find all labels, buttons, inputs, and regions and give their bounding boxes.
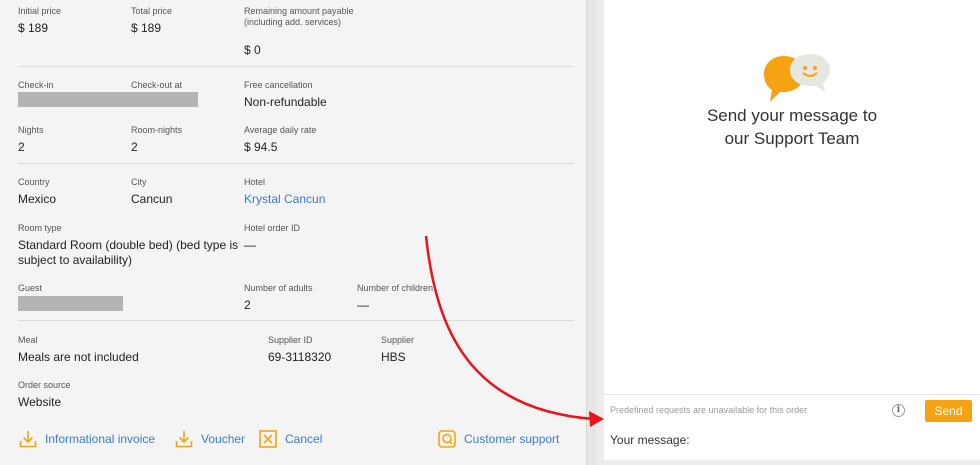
predefined-requests-note: Predefined requests are unavailable for … [610,405,808,415]
total-price-label: Total price [131,6,173,16]
remaining-amount-value: $ 0 [244,43,261,57]
divider [18,163,574,164]
cancel-box-icon [258,429,278,449]
support-chat-panel: Send your message to our Support Team Pr… [596,0,980,465]
room-type-label: Room type [18,223,62,233]
send-button[interactable]: Send [925,400,972,422]
hotel-order-id-label: Hotel order ID [244,223,301,233]
cancel-button[interactable]: Cancel [258,428,322,450]
meal-label: Meal [18,335,38,345]
chat-title: Send your message to our Support Team [604,104,980,150]
guest-label: Guest [18,283,43,293]
room-nights-label: Room-nights [131,125,183,135]
supplier-id-value: 69-3118320 [268,350,332,364]
cancel-label: Cancel [285,432,323,446]
chat-title-line-2: our Support Team [724,129,860,148]
supplier-label: Supplier [381,335,415,345]
children-label: Number of children [357,283,434,293]
meal-value: Meals are not included [18,350,139,364]
chat-title-line-1: Send your message to [706,106,878,125]
divider [18,66,574,67]
total-price-value: $ 189 [131,21,162,35]
city-value: Cancun [131,192,173,206]
chat-body: Send your message to our Support Team [604,0,980,394]
voucher-label: Voucher [201,432,246,446]
room-nights-value: 2 [131,140,138,154]
initial-price-label: Initial price [18,6,62,16]
guest-name-redacted [18,296,123,311]
supplier-value: HBS [381,350,406,364]
support-chat-icon [437,429,457,449]
booking-details-panel: Initial price $ 189 Total price $ 189 Re… [0,0,586,465]
download-icon [174,429,194,449]
customer-support-label: Customer support [464,432,560,446]
informational-invoice-button[interactable]: Informational invoice [18,428,155,450]
info-icon[interactable]: i [892,404,905,417]
country-value: Mexico [18,192,57,206]
hotel-label: Hotel [244,177,266,187]
message-input[interactable]: Your message: [610,433,690,447]
average-daily-rate-value: $ 94.5 [244,140,278,154]
nights-label: Nights [18,125,44,135]
country-label: Country [18,177,50,187]
panel-divider [586,0,596,465]
customer-support-button[interactable]: Customer support [437,428,559,450]
room-type-value: Standard Room (double bed) (bed type is … [18,238,239,267]
order-source-value: Website [18,395,62,409]
order-source-label: Order source [18,380,71,390]
children-value: — [357,298,369,312]
checkout-label: Check-out at [131,80,183,90]
voucher-button[interactable]: Voucher [174,428,245,450]
chat-bubbles-icon [762,50,834,111]
divider [18,320,574,321]
hotel-order-id-value: — [244,238,256,252]
initial-price-value: $ 189 [18,21,49,35]
chat-footer: Predefined requests are unavailable for … [604,394,980,460]
supplier-id-label: Supplier ID [268,335,313,345]
free-cancellation-value: Non-refundable [244,95,327,109]
city-label: City [131,177,147,187]
adults-value: 2 [244,298,251,312]
download-icon [18,429,38,449]
nights-value: 2 [18,140,25,154]
free-cancellation-label: Free cancellation [244,80,313,90]
remaining-amount-label: Remaining amount payable (including add.… [244,6,354,27]
informational-invoice-label: Informational invoice [45,432,156,446]
hotel-link[interactable]: Krystal Cancun [244,192,325,207]
checkin-label: Check-in [18,80,54,90]
average-daily-rate-label: Average daily rate [244,125,317,135]
checkin-checkout-redacted [18,92,198,107]
adults-label: Number of adults [244,283,313,293]
